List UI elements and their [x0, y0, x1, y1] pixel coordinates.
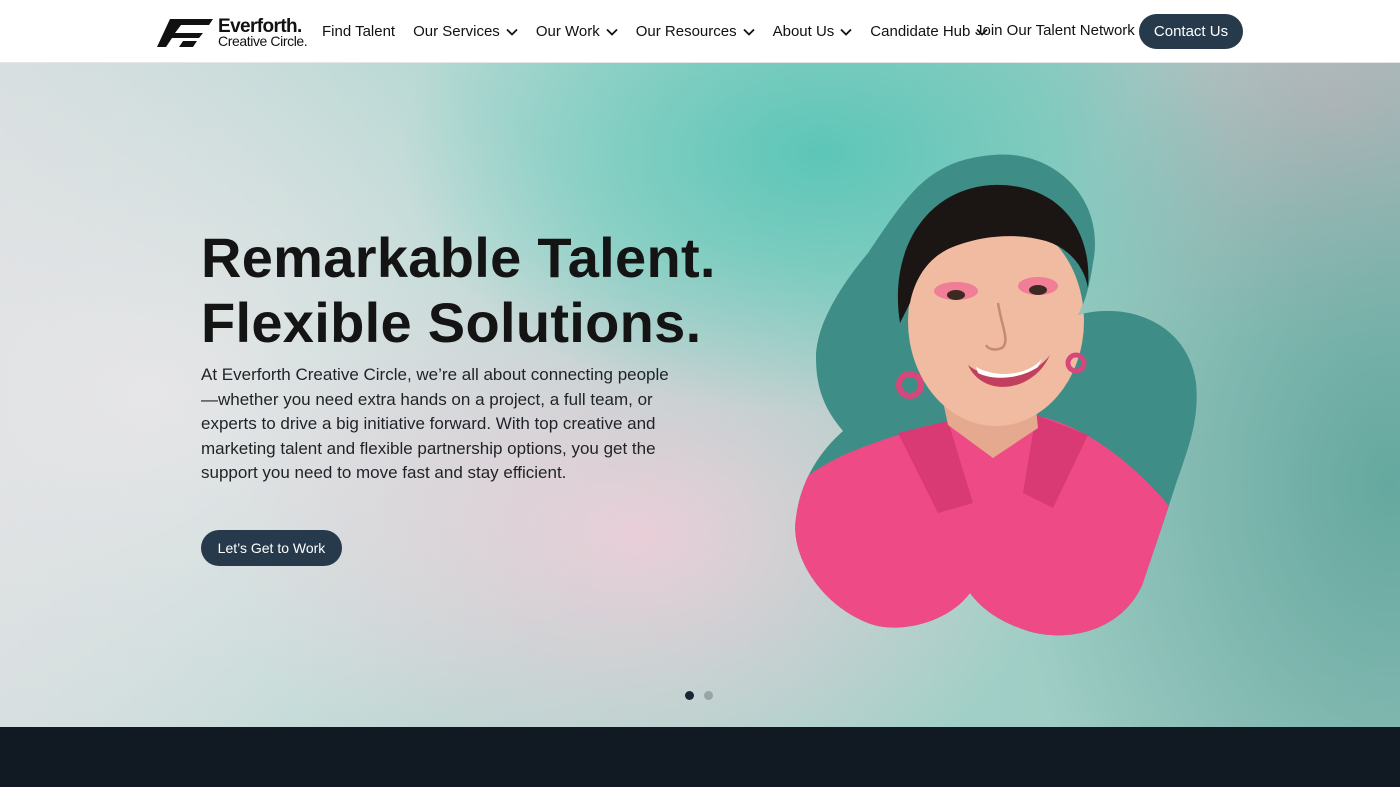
lets-get-to-work-button[interactable]: Let’s Get to Work: [201, 530, 342, 566]
site-header: Everforth. Creative Circle. Find Talent …: [0, 0, 1400, 63]
nav-item-label: About Us: [772, 23, 835, 40]
chevron-down-icon: [742, 28, 755, 36]
contact-us-button[interactable]: Contact Us: [1139, 14, 1243, 49]
chevron-down-icon: [840, 28, 852, 36]
nav-item-label: Our Services: [413, 23, 500, 40]
nav-item-our-work[interactable]: Our Work: [536, 23, 618, 40]
headline-line1-light: Remarkable: [201, 226, 538, 289]
nav-item-label: Find Talent: [322, 23, 396, 40]
footer-band: [0, 727, 1400, 787]
headline-line2-light: Flexible: [201, 291, 428, 354]
nav-item-label: Our Resources: [635, 23, 737, 40]
logo[interactable]: Everforth. Creative Circle.: [157, 16, 309, 49]
logo-line2: Creative Circle.: [218, 33, 308, 49]
chevron-down-icon: [606, 28, 618, 36]
hero-headline: Remarkable Talent. Flexible Solutions.: [201, 225, 761, 355]
hero-description: At Everforth Creative Circle, we’re all …: [201, 365, 669, 482]
carousel-dot-2[interactable]: [704, 691, 713, 700]
carousel-dots: [685, 691, 723, 700]
nav-item-label: Candidate Hub: [870, 23, 971, 40]
nav-item-candidate-hub[interactable]: Candidate Hub: [870, 23, 989, 40]
nav-item-label: Our Work: [535, 23, 600, 40]
portrait-image: [795, 154, 1197, 636]
logo-mark-icon: [157, 19, 213, 47]
headline-line2-bold: Solutions.: [427, 291, 702, 354]
join-talent-network-link[interactable]: Join Our Talent Network: [975, 22, 1135, 39]
main-nav: Find Talent Our Services Our Work Our Re…: [322, 0, 1006, 63]
headline-line1-bold: Talent.: [537, 226, 716, 289]
nav-item-our-services[interactable]: Our Services: [413, 23, 518, 40]
nav-item-find-talent[interactable]: Find Talent: [322, 23, 395, 40]
nav-item-about-us[interactable]: About Us: [773, 23, 853, 40]
chevron-down-icon: [506, 28, 518, 36]
hero-section: Remarkable Talent. Flexible Solutions. A…: [0, 63, 1400, 727]
carousel-dot-1[interactable]: [685, 691, 694, 700]
nav-item-our-resources[interactable]: Our Resources: [636, 23, 755, 40]
